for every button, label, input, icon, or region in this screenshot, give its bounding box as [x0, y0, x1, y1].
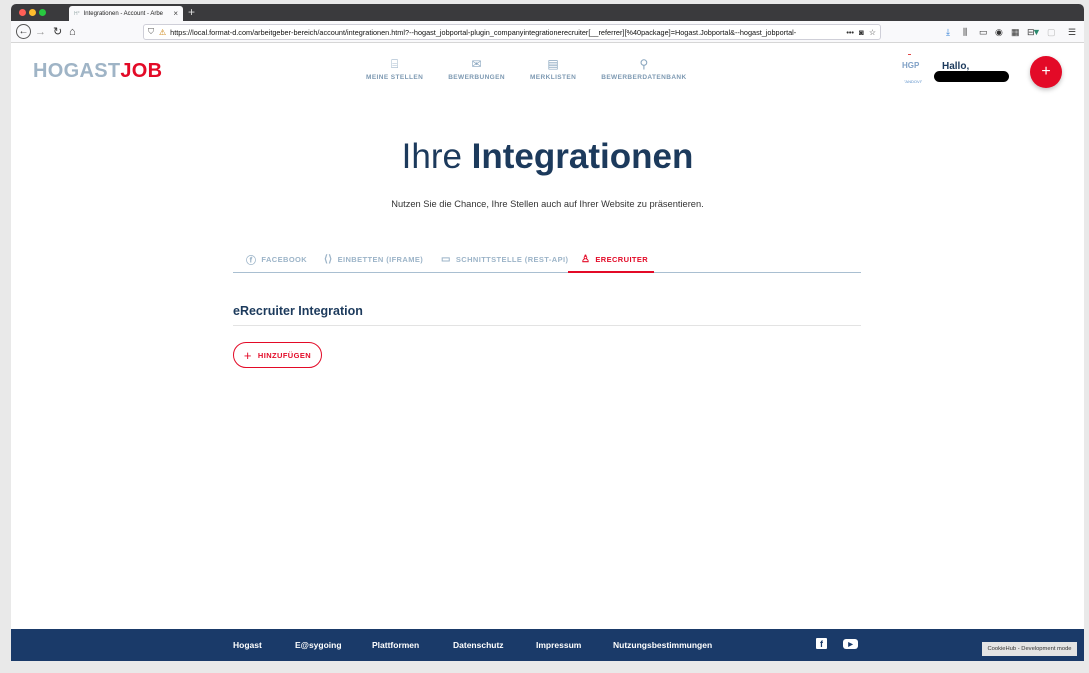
nav-label: BEWERBERDATENBANK — [601, 74, 687, 81]
browser-toolbar: ← → ↻ ⌂ ⛉ ⚠ https://local.format-d.com/a… — [11, 21, 1084, 43]
minimize-window-button[interactable] — [29, 9, 36, 16]
company-logo: ▬ HGP "ANDOVI" — [902, 52, 934, 84]
add-erecruiter-button[interactable]: + HINZUFÜGEN — [233, 342, 322, 368]
footer-link-hogast[interactable]: Hogast — [233, 640, 262, 650]
tab-schnittstelle-rest-api[interactable]: ▭ SCHNITTSTELLE (REST-API) — [441, 249, 568, 269]
tab-label: EINBETTEN (IFRAME) — [337, 254, 424, 264]
code-icon: ⟨⟩ — [324, 253, 333, 265]
browser-tab-title: Integrationen - Account - Arbe — [83, 10, 164, 17]
redacted-username — [934, 71, 1009, 82]
nav-meine-stellen[interactable]: ⌸ MEINE STELLEN — [366, 57, 423, 81]
favicon-icon: H° — [74, 10, 80, 17]
add-job-fab-button[interactable]: + — [1030, 56, 1062, 88]
footer-link-easygoing[interactable]: E@sygoing — [295, 640, 342, 650]
page-title-light: Ihre — [401, 137, 472, 176]
plus-icon: + — [243, 347, 252, 363]
reload-icon[interactable]: ↻ — [53, 24, 62, 40]
tab-facebook[interactable]: ⓕ FACEBOOK — [246, 249, 307, 269]
company-logo-sub: "ANDOVI" — [904, 79, 923, 84]
tab-label: SCHNITTSTELLE (REST-API) — [455, 254, 569, 264]
new-tab-icon[interactable]: + — [188, 4, 195, 21]
library-icon[interactable]: ⫼ — [963, 25, 967, 39]
mail-icon: ✉ — [471, 57, 482, 71]
forward-icon[interactable]: → — [35, 24, 46, 40]
tab-label: ERECRUITER — [595, 254, 649, 264]
bookmark-star-icon[interactable]: ☆ — [869, 28, 876, 37]
browser-tab-integrationen[interactable]: H° Integrationen - Account - Arbe × — [69, 6, 183, 21]
page-title-bold: Integrationen — [471, 137, 694, 176]
window-icon: ▭ — [441, 253, 451, 265]
briefcase-icon: ⌸ — [391, 57, 399, 71]
nav-label: MERKLISTEN — [529, 74, 577, 81]
page-title: Ihre Integrationen — [11, 137, 1084, 177]
facebook-icon: ⓕ — [246, 255, 257, 267]
insecure-lock-icon[interactable]: ⚠ — [159, 28, 166, 37]
address-bar[interactable]: ⛉ ⚠ https://local.format-d.com/arbeitgeb… — [143, 24, 881, 40]
bookmark-list-icon: ▤ — [547, 57, 559, 71]
url-text[interactable]: https://local.format-d.com/arbeitgeber-b… — [170, 28, 842, 37]
search-icon: ⚲ — [639, 57, 649, 71]
logo-text-hogast: HOGAST — [33, 60, 121, 82]
footer-link-plattformen[interactable]: Plattformen — [372, 640, 419, 650]
cookiehub-badge[interactable]: CookieHub - Development mode — [982, 642, 1077, 656]
nav-merklisten[interactable]: ▤ MERKLISTEN — [530, 57, 576, 81]
extension-icon[interactable]: ▢ — [1047, 25, 1056, 39]
nav-bewerbungen[interactable]: ✉ BEWERBUNGEN — [448, 57, 505, 81]
web-page: HOGASTJOB ⌸ MEINE STELLEN ✉ BEWERBUNGEN … — [11, 43, 1084, 661]
home-icon[interactable]: ⌂ — [69, 24, 76, 40]
footer-link-datenschutz[interactable]: Datenschutz — [453, 640, 504, 650]
sidebar-icon[interactable]: ▭ — [979, 25, 988, 39]
facebook-social-icon[interactable]: f — [816, 638, 827, 649]
page-subtitle: Nutzen Sie die Chance, Ihre Stellen auch… — [391, 199, 704, 209]
active-tab-indicator — [568, 271, 654, 273]
nav-bewerberdatenbank[interactable]: ⚲ BEWERBERDATENBANK — [601, 57, 686, 81]
footer-link-impressum[interactable]: Impressum — [536, 640, 581, 650]
company-logo-tag: ▬ — [908, 52, 911, 56]
extensions-grid-icon[interactable]: ▦ — [1011, 25, 1020, 39]
browser-window: H° Integrationen - Account - Arbe × + ← … — [11, 4, 1084, 661]
add-button-label: HINZUFÜGEN — [257, 350, 312, 360]
logo-text-job: JOB — [120, 60, 163, 82]
downloads-icon[interactable]: ⤓ — [946, 25, 950, 39]
vue-devtools-icon[interactable]: ▼ — [1032, 25, 1041, 39]
maximize-window-button[interactable] — [39, 9, 46, 16]
tab-erecruiter[interactable]: ♙ ERECRUITER — [581, 249, 648, 269]
tab-einbetten-iframe[interactable]: ⟨⟩ EINBETTEN (IFRAME) — [324, 249, 423, 269]
menu-icon[interactable]: ☰ — [1068, 25, 1076, 39]
integration-tabs: ⓕ FACEBOOK ⟨⟩ EINBETTEN (IFRAME) ▭ SCHNI… — [233, 243, 861, 273]
company-logo-text: HGP — [902, 61, 920, 70]
section-divider — [233, 325, 861, 326]
close-window-button[interactable] — [19, 9, 26, 16]
nav-label: BEWERBUNGEN — [448, 74, 505, 81]
page-actions-icon[interactable]: ••• — [846, 28, 854, 37]
back-icon[interactable]: ← — [16, 24, 31, 39]
tracking-shield-icon[interactable]: ⛉ — [148, 27, 154, 37]
tab-bar: H° Integrationen - Account - Arbe × + — [11, 4, 1084, 21]
nav-label: MEINE STELLEN — [366, 74, 424, 81]
site-footer: Hogast E@sygoing Plattformen Datenschutz… — [11, 629, 1084, 661]
main-navigation: ⌸ MEINE STELLEN ✉ BEWERBUNGEN ▤ MERKLIST… — [366, 57, 712, 81]
section-title: eRecruiter Integration — [233, 304, 363, 318]
youtube-social-icon[interactable]: ▶ — [843, 639, 858, 649]
footer-link-nutzungsbestimmungen[interactable]: Nutzungsbestimmungen — [613, 640, 712, 650]
account-icon[interactable]: ◉ — [995, 25, 1003, 39]
hogast-job-logo[interactable]: HOGASTJOB — [33, 60, 162, 83]
person-icon: ♙ — [581, 253, 591, 265]
close-tab-icon[interactable]: × — [173, 9, 178, 18]
tab-label: FACEBOOK — [261, 254, 308, 264]
pocket-icon[interactable]: ◙ — [859, 28, 864, 37]
